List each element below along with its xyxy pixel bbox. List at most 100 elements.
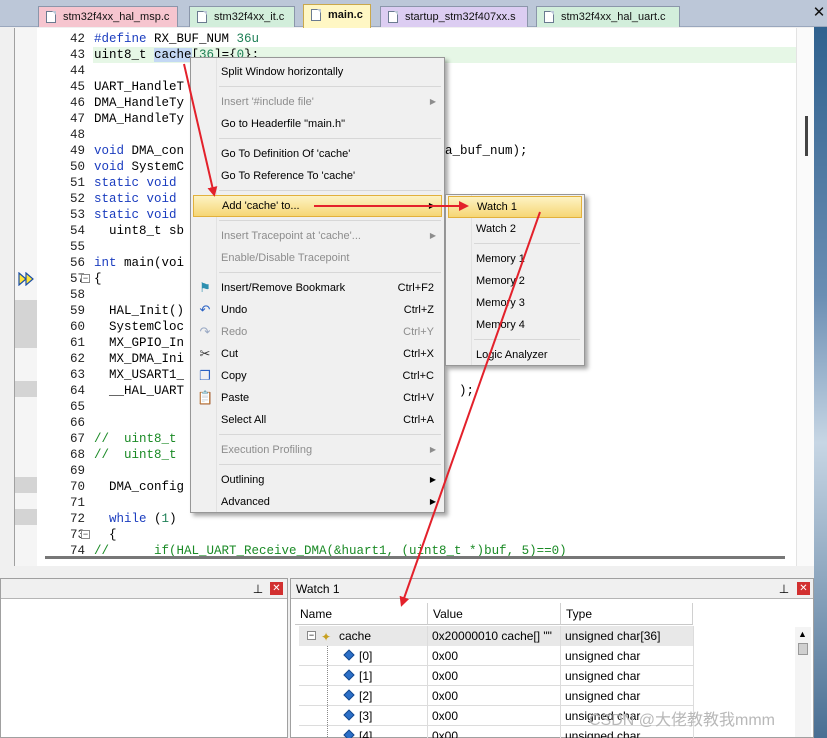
code-line[interactable]: UART_HandleT — [94, 79, 184, 95]
menu-item-label: Execution Profiling — [221, 444, 313, 456]
code-line[interactable]: void SystemC — [94, 159, 184, 175]
menu-item-split-window-horizontally[interactable]: Split Window horizontally — [193, 61, 442, 83]
menu-item-cut[interactable]: Cut Ctrl+X ✂ — [193, 343, 442, 365]
menu-separator — [474, 243, 580, 244]
menu-item-go-to-definition-of-cache[interactable]: Go To Definition Of 'cache' — [193, 143, 442, 165]
code-line[interactable]: while (1) — [94, 511, 177, 527]
code-line[interactable]: uint8_t sb — [94, 223, 184, 239]
menu-item-label: Undo — [221, 304, 248, 316]
submenu-item-memory-3[interactable]: Memory 3 — [448, 292, 582, 314]
watch-value-cell[interactable]: 0x00 — [428, 646, 561, 666]
collapse-icon[interactable]: − — [307, 631, 316, 640]
watch-name-cell[interactable]: [4] — [299, 726, 428, 738]
menu-item-paste[interactable]: Paste Ctrl+V 📋 — [193, 387, 442, 409]
code-line[interactable]: DMA_config — [94, 479, 184, 495]
submenu-item-watch-1[interactable]: Watch 1 — [448, 196, 582, 218]
close-pane-icon[interactable]: ✕ — [270, 582, 283, 595]
horizontal-scrollbar[interactable] — [45, 556, 785, 559]
code-line[interactable]: HAL_Init() — [94, 303, 184, 319]
coverage-mark — [15, 509, 37, 525]
submenu-item-watch-2[interactable]: Watch 2 — [448, 218, 582, 240]
code-line[interactable]: DMA_HandleTy — [94, 95, 184, 111]
code-line[interactable]: MX_DMA_Ini — [94, 351, 184, 367]
code-line[interactable]: // uint8_t — [94, 431, 177, 447]
code-line[interactable]: MX_USART1_ — [94, 367, 184, 383]
column-header-value[interactable]: Value — [428, 603, 561, 625]
tab-main[interactable]: main.c — [303, 4, 371, 28]
submenu-item-logic-analyzer[interactable]: Logic Analyzer — [448, 344, 582, 366]
menu-item-outlining[interactable]: Outlining ▶ — [193, 469, 442, 491]
menu-separator — [474, 339, 580, 340]
code-line[interactable]: #define RX_BUF_NUM 36u — [94, 31, 259, 47]
watch-row[interactable]: [0] 0x00 unsigned char — [299, 646, 694, 666]
watch-type-cell: unsigned char — [561, 666, 694, 686]
submenu-item-memory-2[interactable]: Memory 2 — [448, 270, 582, 292]
menu-item-add-cache-to[interactable]: Add 'cache' to... ▶ — [193, 195, 442, 217]
code-line[interactable]: void DMA_con — [94, 143, 184, 159]
menu-item-insert-remove-bookmark[interactable]: Insert/Remove Bookmark Ctrl+F2 ⚑ — [193, 277, 442, 299]
watch-value-cell[interactable]: 0x00 — [428, 666, 561, 686]
submenu-item-memory-4[interactable]: Memory 4 — [448, 314, 582, 336]
menu-shortcut: Ctrl+F2 — [397, 282, 434, 294]
tab-stm32f4xx-hal-uart[interactable]: stm32f4xx_hal_uart.c — [536, 6, 680, 27]
code-line[interactable]: __HAL_UART — [94, 383, 184, 399]
tab-stm32f4xx-it[interactable]: stm32f4xx_it.c — [189, 6, 295, 27]
tab-startup[interactable]: startup_stm32f407xx.s — [380, 6, 528, 27]
code-line[interactable]: // uint8_t — [94, 447, 177, 463]
file-icon — [311, 9, 321, 21]
menu-item-label: Copy — [221, 370, 247, 382]
menu-item-select-all[interactable]: Select All Ctrl+A — [193, 409, 442, 431]
scrollbar-thumb[interactable] — [798, 643, 808, 655]
close-pane-icon[interactable]: ✕ — [797, 582, 810, 595]
submenu-item-memory-1[interactable]: Memory 1 — [448, 248, 582, 270]
pin-icon[interactable]: ⊥ — [251, 582, 265, 596]
watch-name-cell[interactable]: − ✦ cache — [299, 626, 428, 646]
menu-item-go-to-headerfile-main-h[interactable]: Go to Headerfile "main.h" — [193, 113, 442, 135]
element-icon — [343, 729, 355, 738]
watch-value-cell[interactable]: 0x00 — [428, 686, 561, 706]
watch-name-cell[interactable]: [2] — [299, 686, 428, 706]
code-line[interactable]: MX_GPIO_In — [94, 335, 184, 351]
scrollbar-thumb[interactable] — [805, 116, 808, 156]
code-line[interactable]: static void — [94, 207, 177, 223]
code-line[interactable]: SystemCloc — [94, 319, 184, 335]
menu-item-label: Split Window horizontally — [221, 66, 344, 78]
menu-shortcut: Ctrl+A — [403, 414, 434, 426]
menu-item-go-to-reference-to-cache[interactable]: Go To Reference To 'cache' — [193, 165, 442, 187]
watch-name-cell[interactable]: [3] — [299, 706, 428, 726]
pin-icon[interactable]: ⊥ — [777, 582, 791, 596]
watch-value-cell[interactable]: 0x00 — [428, 706, 561, 726]
scroll-up-icon[interactable]: ▲ — [798, 629, 807, 639]
watch-name: [4] — [359, 729, 373, 738]
breakpoint-gutter[interactable] — [15, 28, 37, 566]
watch-name-cell[interactable]: [0] — [299, 646, 428, 666]
fold-toggle-icon[interactable]: − — [81, 274, 90, 283]
code-line[interactable]: { — [94, 527, 117, 543]
menu-separator — [219, 86, 441, 87]
menu-item-undo[interactable]: Undo Ctrl+Z ↶ — [193, 299, 442, 321]
vertical-scrollbar[interactable] — [796, 28, 814, 566]
column-header-name[interactable]: Name — [295, 603, 428, 625]
menu-item-advanced[interactable]: Advanced ▶ — [193, 491, 442, 513]
column-header-type[interactable]: Type — [561, 603, 693, 625]
watch-name-cell[interactable]: [1] — [299, 666, 428, 686]
watch-name: [1] — [359, 669, 373, 683]
watch-value-cell[interactable]: 0x00 — [428, 726, 561, 738]
code-line[interactable]: int main(voi — [94, 255, 184, 271]
watch-scrollbar[interactable]: ▲ — [795, 627, 811, 737]
menu-item-copy[interactable]: Copy Ctrl+C ❐ — [193, 365, 442, 387]
code-line[interactable]: static void — [94, 191, 177, 207]
code-line[interactable]: DMA_HandleTy — [94, 111, 184, 127]
watch-row[interactable]: − ✦ cache 0x20000010 cache[] "" unsigned cha… — [299, 626, 694, 646]
line-number: 54 — [69, 224, 85, 238]
tab-stm32f4xx-hal-msp[interactable]: stm32f4xx_hal_msp.c — [38, 6, 178, 27]
menu-separator — [219, 272, 441, 273]
line-number: 52 — [69, 192, 85, 206]
watch-row[interactable]: [1] 0x00 unsigned char — [299, 666, 694, 686]
code-line[interactable]: static void — [94, 175, 177, 191]
watch-row[interactable]: [2] 0x00 unsigned char — [299, 686, 694, 706]
fold-toggle-icon[interactable]: − — [81, 530, 90, 539]
close-tab-icon[interactable]: ✕ — [811, 5, 827, 21]
watch-value-cell[interactable]: 0x20000010 cache[] "" — [428, 626, 561, 646]
code-line[interactable]: { — [94, 271, 102, 287]
